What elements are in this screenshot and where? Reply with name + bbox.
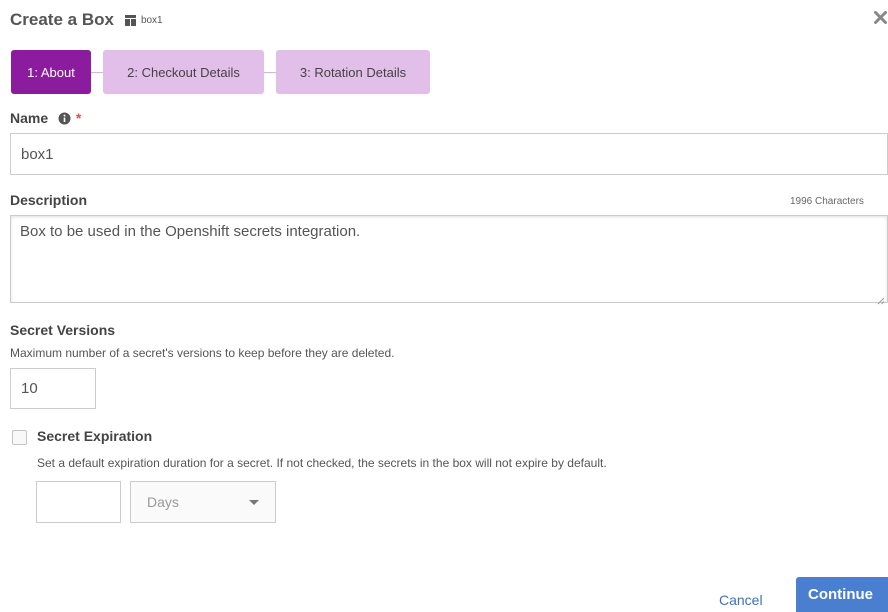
description-text: Box to be used in the Openshift secrets … [20, 223, 361, 240]
cancel-button[interactable]: Cancel [719, 592, 763, 608]
step-connector [264, 71, 276, 73]
close-icon[interactable] [872, 7, 888, 27]
box-name-tag: box1 [140, 14, 163, 26]
cube-icon [124, 14, 137, 27]
name-input[interactable]: box1 [10, 133, 888, 175]
secret-versions-input[interactable]: 10 [10, 368, 96, 409]
step-connector [91, 71, 103, 73]
step-wizard: 1: About 2: Checkout Details 3: Rotation… [11, 50, 430, 94]
resize-handle-icon[interactable] [877, 292, 885, 305]
secret-expiration-label: Secret Expiration [37, 428, 153, 444]
expiration-duration-input[interactable] [36, 481, 121, 523]
step-rotation-details[interactable]: 3: Rotation Details [276, 50, 430, 94]
expiration-unit-value: Days [147, 494, 179, 510]
name-label: Name [10, 110, 49, 126]
step-about[interactable]: 1: About [11, 50, 91, 94]
dialog-title: Create a Box [10, 10, 114, 29]
character-count: 1996 Characters [790, 196, 864, 207]
expiration-unit-select[interactable]: Days [130, 481, 276, 523]
dialog-header: Create a Box box1 [10, 8, 163, 32]
step-checkout-details[interactable]: 2: Checkout Details [103, 50, 264, 94]
secret-expiration-checkbox[interactable] [12, 430, 27, 445]
description-label: Description [10, 192, 88, 208]
description-textarea[interactable]: Box to be used in the Openshift secrets … [10, 215, 888, 305]
chevron-down-icon [249, 500, 259, 505]
required-asterisk: * [75, 110, 82, 126]
name-label-row: Name * [10, 110, 81, 126]
secret-versions-help: Maximum number of a secret's versions to… [10, 346, 395, 360]
secret-expiration-help: Set a default expiration duration for a … [37, 456, 607, 470]
info-icon[interactable] [58, 112, 71, 125]
secret-versions-label: Secret Versions [10, 322, 116, 338]
continue-button[interactable]: Continue [796, 577, 888, 612]
